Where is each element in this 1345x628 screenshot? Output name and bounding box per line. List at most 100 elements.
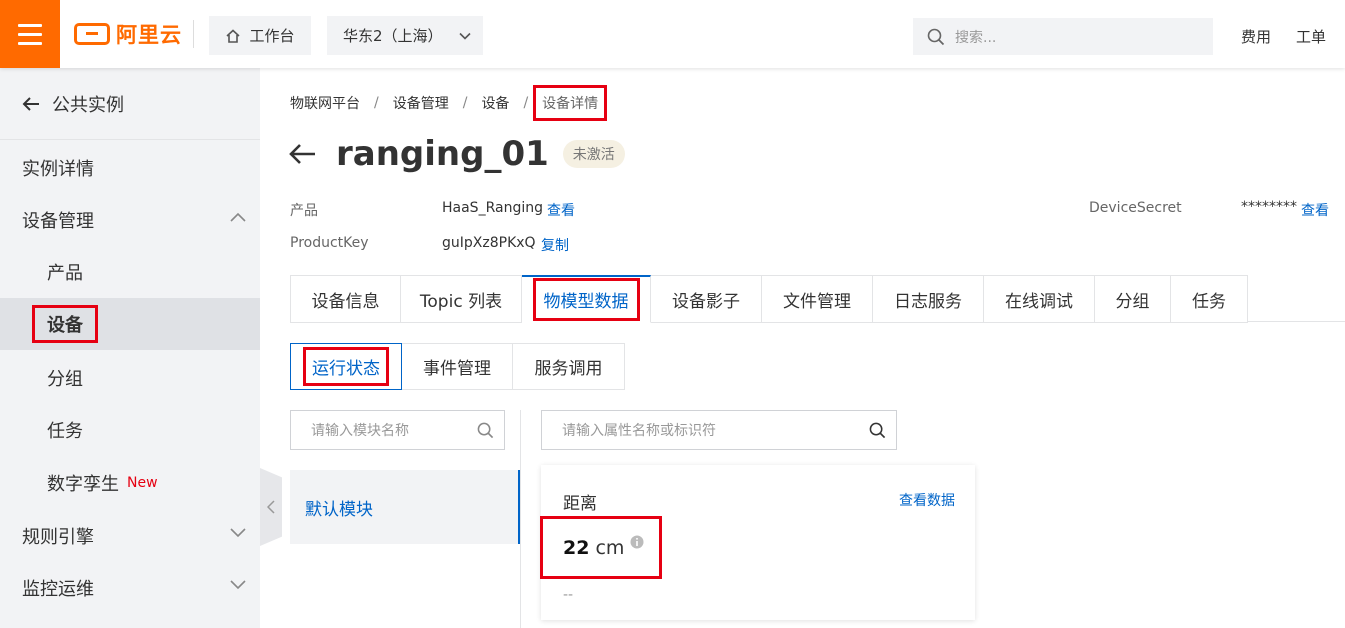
product-value: HaaS_Ranging [442, 200, 543, 216]
sidebar-item-label: 设备管理 [22, 211, 94, 232]
module-item-default[interactable]: 默认模块 [290, 470, 520, 544]
tab-label: Topic 列表 [419, 291, 503, 312]
property-unit: cm [595, 536, 625, 559]
breadcrumb-separator: / [462, 95, 468, 111]
sidebar-item-label: 实例详情 [22, 159, 94, 180]
tab-device-info[interactable]: 设备信息 [290, 275, 401, 323]
sidebar-item-label: 监控运维 [22, 579, 94, 600]
tab-topic-list[interactable]: Topic 列表 [401, 275, 522, 323]
view-data-link[interactable]: 查看数据 [899, 490, 955, 510]
sidebar-item-group[interactable]: 分组 [0, 352, 260, 404]
tab-label: 任务 [1192, 291, 1226, 312]
sidebar-collapse-toggle[interactable] [260, 468, 282, 546]
property-search-placeholder: 请输入属性名称或标识符 [562, 423, 716, 439]
tab-device-shadow[interactable]: 设备影子 [651, 275, 762, 323]
subtab-service-call[interactable]: 服务调用 [513, 343, 625, 390]
property-card: 距离 查看数据 22 cm -- [540, 465, 975, 620]
subtab-label: 运行状态 [303, 347, 389, 386]
back-label: 公共实例 [52, 94, 124, 116]
subtab-running-status[interactable]: 运行状态 [290, 343, 402, 390]
chevron-left-icon [267, 500, 275, 514]
device-name: ranging_01 [336, 134, 549, 174]
region-select[interactable]: 华东2（上海） [327, 16, 483, 55]
tab-label: 在线调试 [1005, 291, 1073, 312]
info-icon[interactable] [630, 535, 644, 549]
chevron-up-icon [230, 212, 246, 222]
tab-label: 物模型数据 [532, 278, 640, 321]
menu-icon[interactable] [0, 0, 60, 68]
logo-text: 阿里云 [116, 23, 182, 47]
sidebar-item-product[interactable]: 产品 [0, 246, 260, 298]
tab-file-management[interactable]: 文件管理 [762, 275, 873, 323]
sidebar-item-label: 设备 [32, 305, 98, 343]
breadcrumb-device-management[interactable]: 设备管理 [393, 93, 449, 113]
subtab-label: 事件管理 [423, 359, 491, 379]
sidebar-item-task[interactable]: 任务 [0, 404, 260, 456]
sidebar-item-digital-twin[interactable]: 数字孪生 New [0, 457, 260, 509]
product-label: 产品 [290, 203, 318, 219]
product-view-link[interactable]: 查看 [547, 200, 575, 220]
tab-label: 文件管理 [783, 291, 851, 312]
tab-label: 日志服务 [894, 291, 962, 312]
tab-thing-model-data[interactable]: 物模型数据 [522, 275, 651, 323]
sidebar-item-device[interactable]: 设备 [0, 298, 260, 350]
back-arrow-icon[interactable] [288, 143, 316, 165]
breadcrumb: 物联网平台 / 设备管理 / 设备 / 设备详情 [290, 85, 608, 121]
chevron-down-icon [230, 528, 246, 538]
device-title-row: ranging_01 未激活 [288, 134, 625, 174]
sidebar-item-label: 任务 [47, 421, 83, 442]
sidebar-item-device-management[interactable]: 设备管理 [0, 194, 260, 246]
status-badge: 未激活 [562, 140, 625, 168]
search-icon [927, 28, 945, 45]
ticket-link[interactable]: 工单 [1296, 26, 1326, 47]
search-icon[interactable] [869, 422, 886, 439]
property-number: 22 [563, 536, 590, 559]
devicesecret-label: DeviceSecret [1089, 200, 1182, 216]
new-badge: New [127, 475, 158, 491]
sidebar-item-monitoring[interactable]: 监控运维 [0, 562, 260, 614]
home-icon [226, 28, 241, 43]
property-search-input[interactable]: 请输入属性名称或标识符 [541, 410, 897, 450]
billing-link[interactable]: 费用 [1241, 26, 1271, 47]
productkey-copy-link[interactable]: 复制 [541, 235, 569, 255]
breadcrumb-separator: / [523, 95, 529, 111]
global-search-input[interactable]: 搜索... [913, 18, 1213, 55]
breadcrumb-device[interactable]: 设备 [481, 93, 509, 113]
tab-label: 设备影子 [672, 291, 740, 312]
sidebar-item-label: 数字孪生 [47, 474, 119, 495]
back-to-instances[interactable]: 公共实例 [0, 68, 260, 140]
module-label: 默认模块 [305, 499, 373, 520]
aliyun-logo[interactable]: 阿里云 [74, 21, 182, 47]
sidebar-item-label: 分组 [47, 369, 83, 390]
chevron-down-icon [230, 580, 246, 590]
chevron-down-icon [458, 32, 471, 40]
sidebar-item-label: 产品 [47, 263, 83, 284]
breadcrumb-iot-platform[interactable]: 物联网平台 [290, 93, 360, 113]
divider [193, 20, 194, 48]
sidebar-item-rule-engine[interactable]: 规则引擎 [0, 510, 260, 562]
property-name: 距离 [563, 494, 597, 514]
workbench-label: 工作台 [249, 27, 295, 45]
subtab-label: 服务调用 [534, 359, 603, 379]
top-bar: 阿里云 工作台 华东2（上海） 搜索... 费用 工单 [0, 0, 1345, 68]
sidebar-item-label: 规则引擎 [22, 527, 94, 548]
devicesecret-view-link[interactable]: 查看 [1301, 200, 1329, 220]
sidebar-item-instance-details[interactable]: 实例详情 [0, 142, 260, 194]
devicesecret-value: ******** [1241, 199, 1297, 215]
region-label: 华东2（上海） [343, 27, 443, 45]
tab-task[interactable]: 任务 [1171, 275, 1248, 323]
tab-label: 设备信息 [311, 291, 380, 312]
tab-log-service[interactable]: 日志服务 [873, 275, 984, 323]
subtab-event-management[interactable]: 事件管理 [402, 343, 513, 390]
workbench-button[interactable]: 工作台 [209, 16, 311, 55]
tab-online-debug[interactable]: 在线调试 [984, 275, 1095, 323]
thing-model-subtabs: 运行状态 事件管理 服务调用 [290, 343, 625, 390]
tab-group[interactable]: 分组 [1095, 275, 1171, 323]
search-icon[interactable] [477, 422, 494, 439]
detail-tabs: 设备信息 Topic 列表 物模型数据 设备影子 文件管理 日志服务 在线调试 … [290, 275, 1248, 323]
module-search-input[interactable]: 请输入模块名称 [290, 410, 505, 450]
tab-label: 分组 [1115, 291, 1150, 312]
property-update-time: -- [563, 587, 574, 603]
breadcrumb-device-details: 设备详情 [533, 85, 608, 121]
arrow-left-icon [22, 96, 39, 111]
